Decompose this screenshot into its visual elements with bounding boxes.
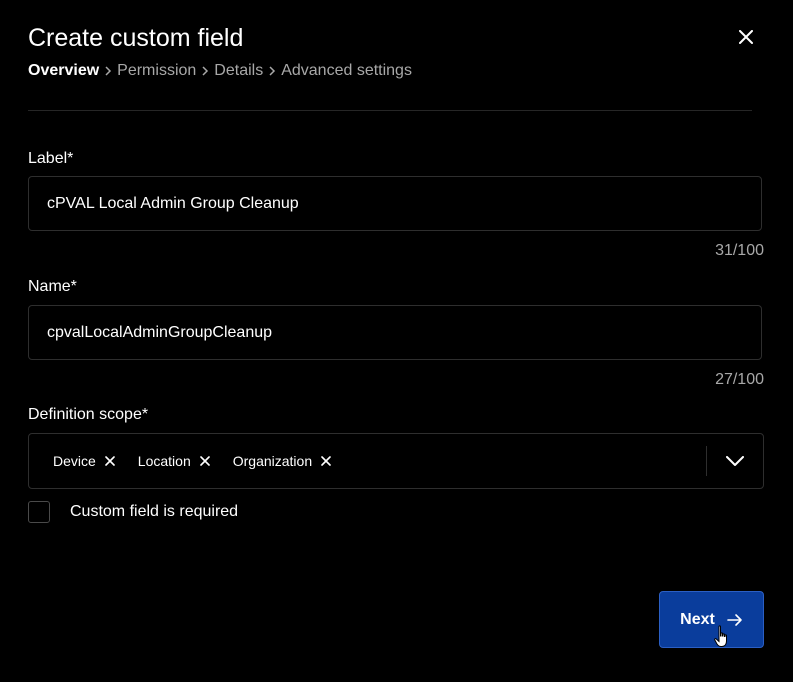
scope-chip-location: Location <box>138 453 211 469</box>
chip-label: Organization <box>232 453 313 469</box>
close-icon[interactable] <box>320 455 332 467</box>
name-input[interactable] <box>29 306 761 359</box>
label-field-label: Label* <box>28 150 74 167</box>
scope-chips: Device Location Organization <box>29 453 706 469</box>
scope-field-label: Definition scope* <box>28 406 149 423</box>
breadcrumb: Overview Permission Details Advanced set… <box>28 60 412 82</box>
close-icon <box>739 30 753 44</box>
close-icon[interactable] <box>199 455 211 467</box>
scope-chip-organization: Organization <box>233 453 332 469</box>
scope-chip-device: Device <box>53 453 116 469</box>
name-field-label: Name* <box>28 278 77 295</box>
chevron-down-icon <box>726 456 744 466</box>
modal-title: Create custom field <box>28 24 244 52</box>
required-checkbox-row: Custom field is required <box>28 501 238 523</box>
label-input[interactable] <box>29 177 761 230</box>
name-input-wrapper <box>28 305 762 360</box>
close-icon[interactable] <box>104 455 116 467</box>
name-char-counter: 27/100 <box>715 371 764 388</box>
chip-label: Location <box>137 453 191 469</box>
breadcrumb-permission[interactable]: Permission <box>117 60 196 82</box>
create-custom-field-modal: Create custom field Overview Permission … <box>0 0 793 682</box>
label-char-counter: 31/100 <box>715 242 764 259</box>
chevron-right-icon <box>104 65 112 77</box>
breadcrumb-advanced-settings[interactable]: Advanced settings <box>281 60 412 82</box>
hand-pointer-icon <box>714 625 727 647</box>
scope-dropdown-toggle[interactable] <box>707 434 763 488</box>
label-input-wrapper <box>28 176 762 231</box>
definition-scope-multiselect[interactable]: Device Location Organization <box>28 433 764 489</box>
close-button[interactable] <box>734 25 758 49</box>
next-button[interactable]: Next <box>659 591 764 648</box>
header-divider <box>28 110 752 111</box>
breadcrumb-details[interactable]: Details <box>214 60 263 82</box>
next-button-label: Next <box>680 610 715 628</box>
required-checkbox-label[interactable]: Custom field is required <box>70 503 238 521</box>
chip-label: Device <box>53 453 96 469</box>
required-checkbox[interactable] <box>28 501 50 523</box>
breadcrumb-overview[interactable]: Overview <box>28 60 99 82</box>
chevron-right-icon <box>201 65 209 77</box>
chevron-right-icon <box>268 65 276 77</box>
